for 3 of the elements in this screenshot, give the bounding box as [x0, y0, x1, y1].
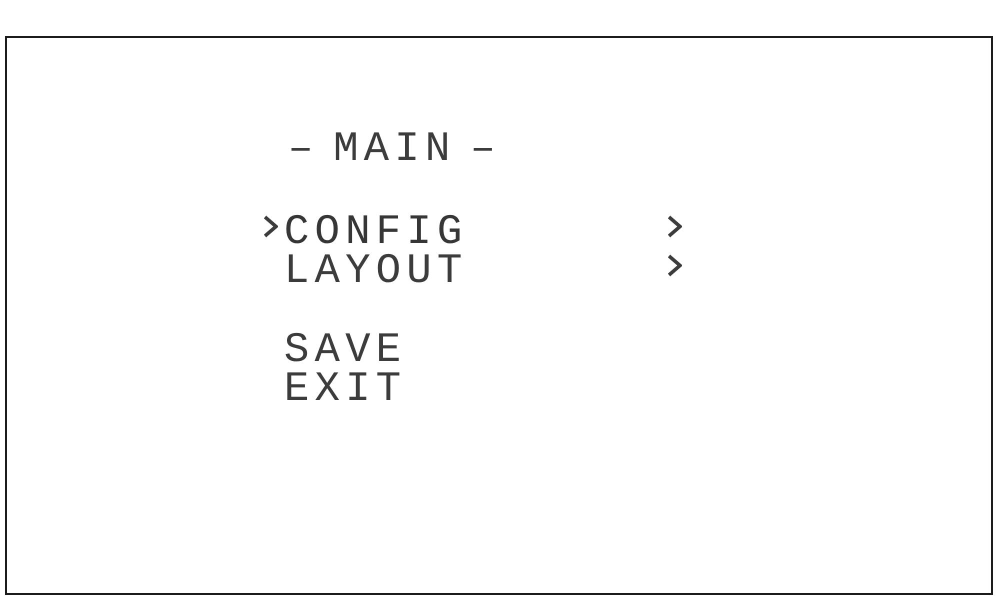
menu-title: – MAIN –: [288, 125, 501, 173]
menu-item[interactable]: LAYOUT: [284, 247, 468, 295]
menu-item[interactable]: EXIT: [284, 365, 406, 413]
